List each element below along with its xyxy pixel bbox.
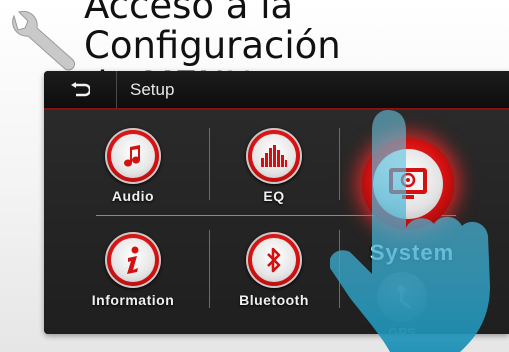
menu-grid: Audio EQ System Information Bluetooth GP… bbox=[44, 110, 509, 334]
menu-item-bluetooth[interactable]: Bluetooth bbox=[214, 232, 334, 308]
divider bbox=[339, 128, 340, 200]
menu-label-gps: GPS bbox=[388, 325, 416, 334]
music-note-icon bbox=[124, 145, 141, 167]
head-unit-screen: Setup Audio EQ System Information Blueto… bbox=[44, 71, 509, 334]
menu-item-audio[interactable]: Audio bbox=[73, 128, 193, 204]
divider bbox=[209, 230, 210, 308]
menu-item-information[interactable]: Information bbox=[73, 232, 193, 308]
info-icon bbox=[127, 246, 139, 274]
top-bar: Setup bbox=[44, 71, 509, 110]
menu-item-gps[interactable]: GPS bbox=[362, 272, 442, 334]
menu-label-eq: EQ bbox=[263, 188, 285, 204]
menu-label-information: Information bbox=[91, 292, 175, 308]
menu-label-system: System bbox=[369, 240, 455, 265]
gps-arrow-icon bbox=[396, 284, 411, 309]
menu-item-eq[interactable]: EQ bbox=[214, 128, 334, 204]
bluetooth-icon bbox=[267, 247, 281, 273]
system-settings-icon bbox=[389, 168, 427, 199]
back-button[interactable] bbox=[44, 71, 117, 108]
menu-label-bluetooth: Bluetooth bbox=[239, 292, 309, 308]
screen-title: Setup bbox=[130, 80, 175, 99]
back-arrow-icon bbox=[71, 81, 90, 96]
divider bbox=[209, 128, 210, 200]
equalizer-bars-icon bbox=[261, 145, 287, 167]
divider bbox=[339, 230, 340, 308]
menu-item-system[interactable] bbox=[362, 138, 454, 230]
menu-label-audio: Audio bbox=[111, 188, 155, 204]
